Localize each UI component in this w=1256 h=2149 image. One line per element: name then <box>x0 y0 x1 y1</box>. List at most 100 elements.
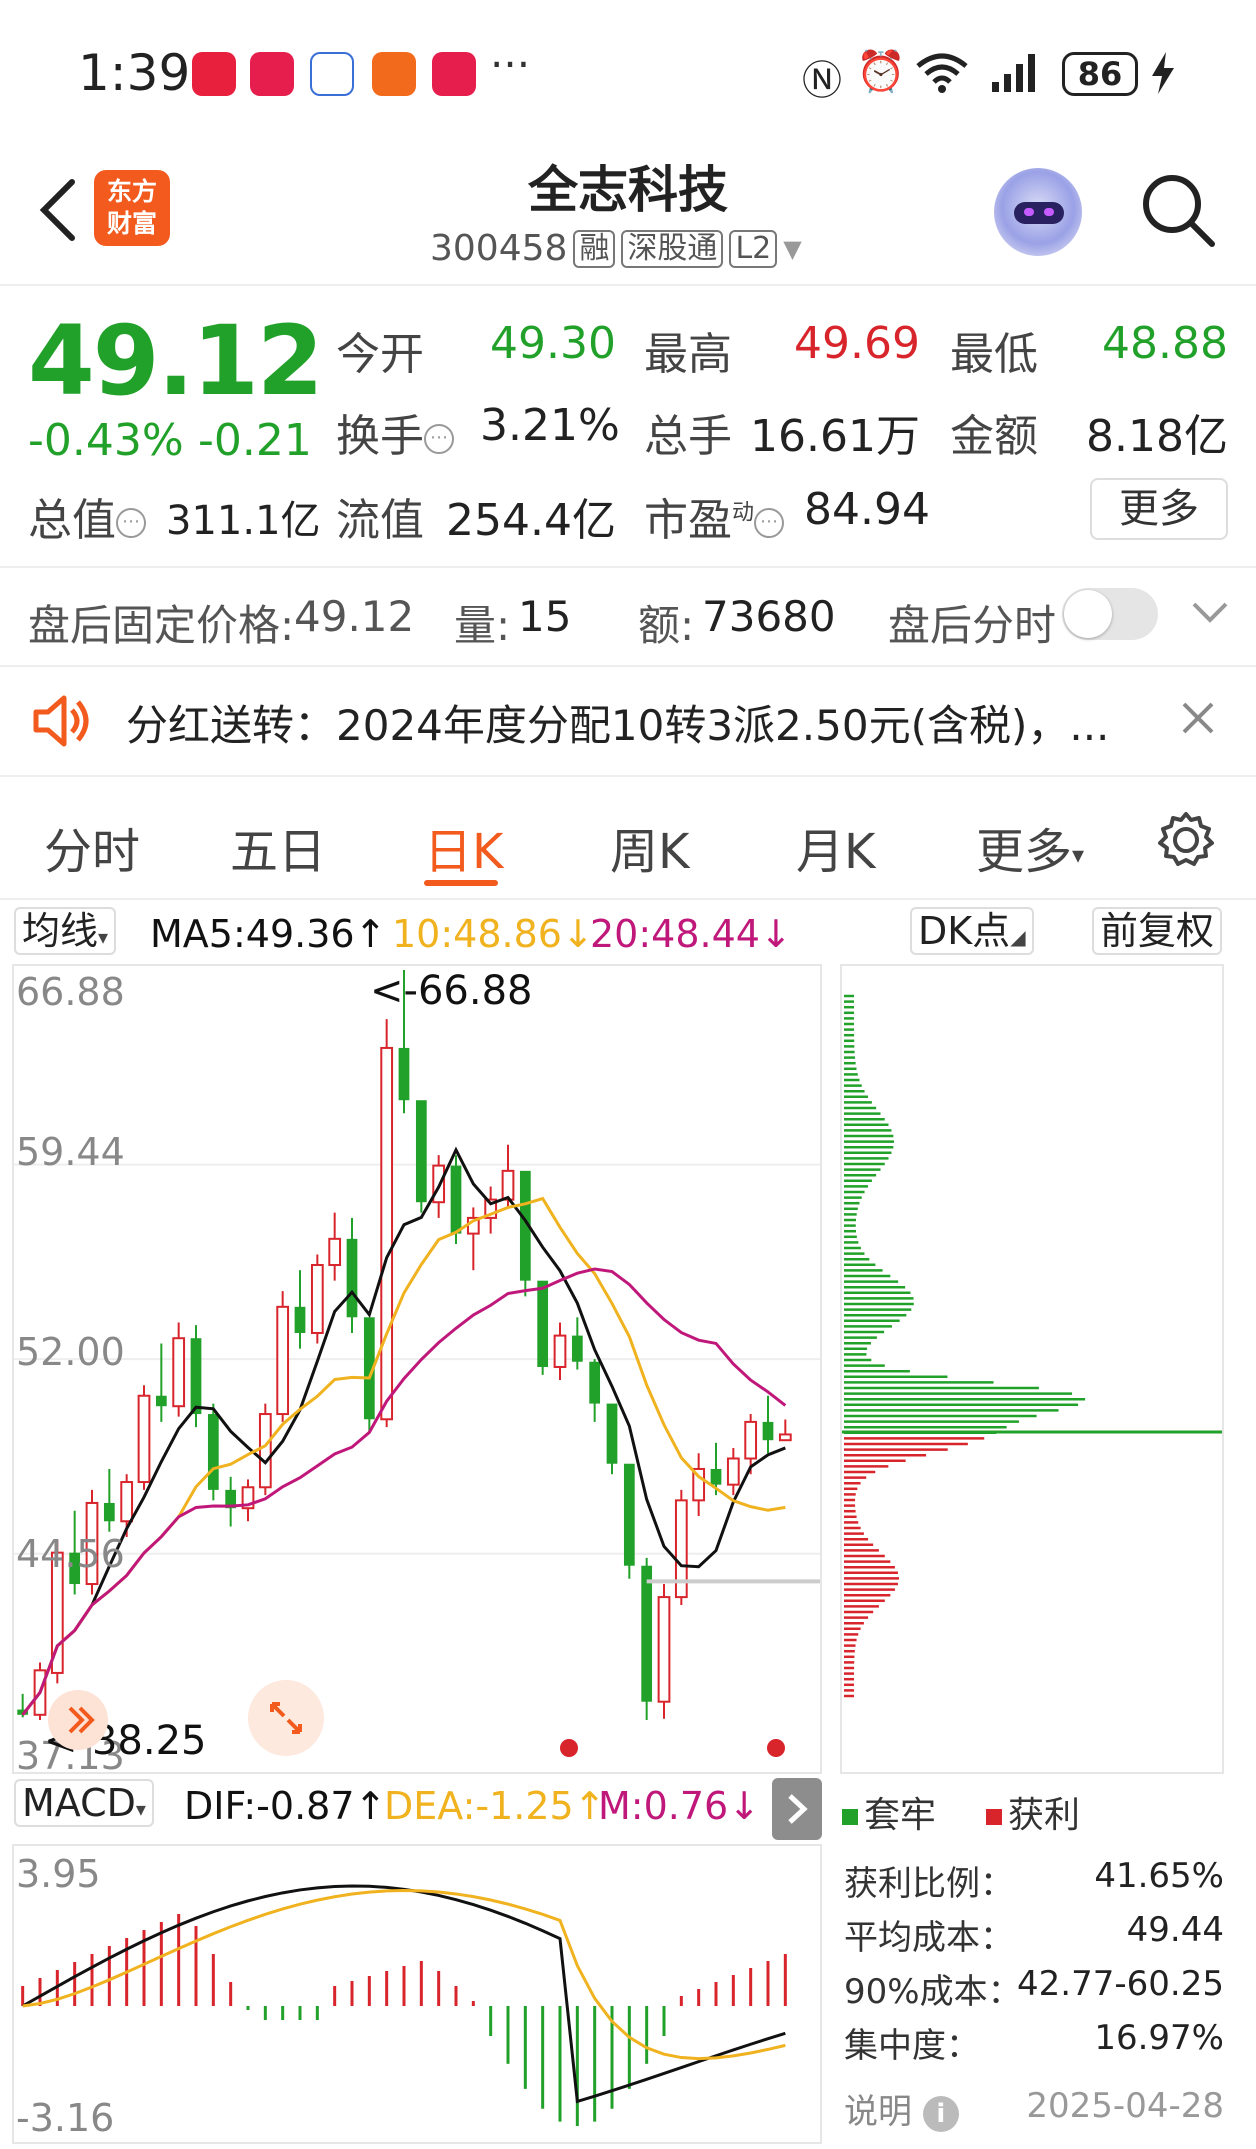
tmall-notification-icon-2 <box>432 52 476 96</box>
amount-value: 8.18亿 <box>1086 411 1228 462</box>
macd-dea: DEA:-1.25↑ <box>384 1784 606 1828</box>
pe-label-text: 市盈 <box>644 495 732 546</box>
signal-icon <box>992 54 1035 92</box>
y-axis-label-2: 59.44 <box>16 1130 125 1174</box>
info-icon: i <box>922 2095 959 2132</box>
candle-body <box>623 1463 635 1566</box>
settings-gear-icon[interactable] <box>1156 810 1216 870</box>
tag-l2: L2 <box>729 229 778 268</box>
more-quote-button[interactable]: 更多 <box>1090 478 1228 540</box>
explain-link[interactable]: 说明 i <box>844 2084 959 2133</box>
tab-more-caret-icon: ▾ <box>1072 841 1085 869</box>
ma-selector-label: 均线 <box>22 909 99 953</box>
dk-point-button[interactable]: DK点◢ <box>910 907 1034 962</box>
charging-icon <box>1152 52 1174 94</box>
tab-five-day[interactable]: 五日 <box>230 812 326 882</box>
macd-chart[interactable] <box>12 1844 822 2144</box>
adjust-label: 前复权 <box>1092 907 1223 955</box>
tab-intraday[interactable]: 分时 <box>44 812 140 882</box>
tab-more[interactable]: 更多▾ <box>976 812 1084 882</box>
tab-monthly-k[interactable]: 月K <box>796 812 875 882</box>
after-hours-volume: 15 <box>518 592 572 641</box>
signal-dot <box>767 1739 785 1757</box>
float-cap-label: 流值 <box>336 495 424 546</box>
candle-body <box>103 1502 115 1522</box>
adjust-button[interactable]: 前复权 <box>1092 907 1223 962</box>
battery-icon: 86 <box>1062 52 1138 96</box>
candle-body <box>310 1263 324 1334</box>
expand-chevron-icon[interactable] <box>1190 596 1230 626</box>
tab-more-label: 更多 <box>976 824 1073 880</box>
more-notifications-icon: ··· <box>490 40 531 89</box>
low-value: 48.88 <box>1102 318 1228 369</box>
wifi-icon <box>916 53 968 93</box>
volume-label: 总手 <box>644 411 732 462</box>
y-axis-label-4: 44.56 <box>16 1532 125 1576</box>
candle-body <box>553 1334 567 1368</box>
market-cap-label: 总值 ⋯ <box>28 484 146 548</box>
macd-selector[interactable]: MACD▾ <box>14 1779 154 1832</box>
legend-trapped: 套牢 <box>842 1786 936 1838</box>
search-icon[interactable] <box>1138 170 1218 250</box>
chip-distribution-chart[interactable] <box>840 964 1224 1774</box>
ma-selector[interactable]: 均线▾ <box>14 907 117 962</box>
volume-value: 16.61万 <box>750 411 920 462</box>
tab-daily-k[interactable]: 日K <box>424 812 503 882</box>
alarm-icon: ⏰ <box>856 49 906 95</box>
macd-dif: DIF:-0.87↑ <box>184 1784 387 1828</box>
legend-trapped-label: 套牢 <box>864 1795 937 1836</box>
kline-svg <box>14 970 820 1757</box>
tag-connect: 深股通 <box>621 229 724 268</box>
candle-body <box>450 1165 462 1234</box>
stock-code-line[interactable]: 300458 融 深股通 L2 ▼ <box>430 228 802 269</box>
quote-divider <box>0 566 1256 568</box>
next-indicator-button[interactable] <box>772 1778 822 1840</box>
close-icon[interactable] <box>1180 700 1216 736</box>
pe-label: 市盈动 ⋯ <box>644 484 785 548</box>
code-dropdown-icon: ▼ <box>783 234 802 263</box>
low-label: 最低 <box>950 329 1038 380</box>
open-value: 49.30 <box>490 318 616 369</box>
turnover-label: 换手 ⋯ <box>336 400 454 464</box>
tag-margin: 融 <box>573 229 616 268</box>
market-cap-info-icon[interactable]: ⋯ <box>116 508 146 538</box>
legend-profit-label: 获利 <box>1008 1795 1081 1836</box>
speaker-icon <box>33 695 89 747</box>
pe-info-icon[interactable]: ⋯ <box>754 508 785 538</box>
ma20-line <box>21 1267 787 1716</box>
tab-divider <box>0 898 1256 900</box>
candle-body <box>294 1306 306 1333</box>
status-time: 1:39 <box>78 44 191 102</box>
macd-selector-label: MACD <box>22 1781 136 1825</box>
tab-weekly-k[interactable]: 周K <box>610 812 689 882</box>
ma5-line <box>21 1146 786 1716</box>
expand-left-icon[interactable] <box>48 1690 108 1750</box>
macd-svg <box>21 1884 787 2126</box>
high-price-annotation: <-66.88 <box>370 968 533 1014</box>
announcement-text[interactable]: 分红送转：2024年度分配10转3派2.50元(含税)，... <box>126 692 1106 753</box>
candle-body <box>571 1335 583 1362</box>
ma5-value: MA5:49.36↑ <box>150 912 387 956</box>
high-value: 49.69 <box>794 318 920 369</box>
current-price: 49.12 <box>28 305 324 417</box>
candle-body <box>328 1237 342 1266</box>
legend-profit: 获利 <box>986 1786 1080 1838</box>
stock-code: 300458 <box>430 228 568 269</box>
signal-dot <box>560 1739 578 1757</box>
ma10-line <box>21 1196 786 1716</box>
avg-cost-label: 平均成本： <box>844 1918 1014 1958</box>
turnover-info-icon[interactable]: ⋯ <box>424 424 454 454</box>
ai-assistant-avatar[interactable] <box>994 168 1082 256</box>
candle-body <box>346 1238 358 1318</box>
kline-chart[interactable] <box>12 964 822 1774</box>
after-hours-toggle-label: 盘后分时 <box>888 601 1057 650</box>
cost-90-value: 42.77-60.25 <box>1017 1964 1224 2004</box>
app-notification-icon <box>372 52 416 96</box>
float-cap-value: 254.4亿 <box>446 495 616 546</box>
after-hours-price: 49.12 <box>294 592 415 641</box>
macd-y-bottom: -3.16 <box>16 2096 115 2140</box>
macd-y-top: 3.95 <box>16 1852 101 1896</box>
concentration-label: 集中度： <box>844 2026 980 2066</box>
fullscreen-icon[interactable] <box>248 1680 324 1756</box>
after-hours-toggle[interactable] <box>1062 588 1158 640</box>
